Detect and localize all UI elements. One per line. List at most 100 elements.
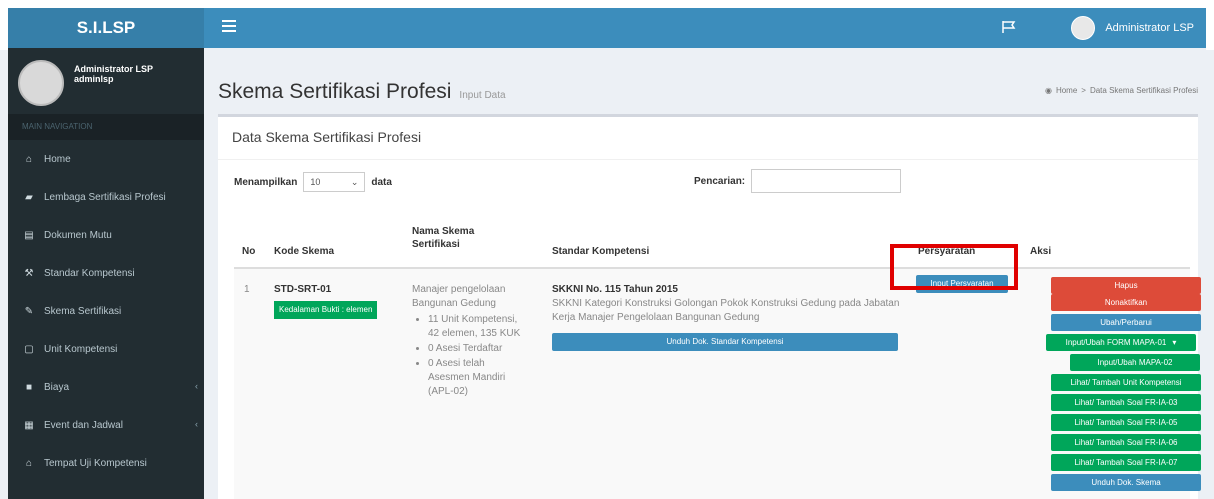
sidebar-item-label: Standar Kompetensi [44, 267, 135, 279]
sidebar-item-label: Dokumen Mutu [44, 229, 112, 241]
header-kode[interactable]: Kode Skema [274, 245, 334, 258]
sidebar-toggle-icon[interactable] [222, 20, 236, 34]
nama-list: 11 Unit Kompetensi, 42 elemen, 135 KUK 0… [412, 313, 524, 399]
row-nama: Manajer pengelolaan Bangunan Gedung [412, 284, 506, 309]
chevron-down-icon: ⌄ [350, 176, 359, 187]
download-standar-button[interactable]: Unduh Dok. Standar Kompetensi [552, 333, 898, 351]
sidebar: Administrator LSP adminlsp MAIN NAVIGATI… [8, 48, 204, 499]
standar-desc: SKKNI Kategori Konstruksi Golongan Pokok… [552, 298, 900, 323]
sidebar-item[interactable]: ▤ Dokumen Mutu [8, 216, 204, 254]
user-panel-login: adminlsp [74, 74, 114, 84]
chevron-left-icon: ‹ [195, 419, 198, 429]
standar-title: SKKNI No. 115 Tahun 2015 [552, 284, 678, 295]
sidebar-item-label: Unit Kompetensi [44, 343, 118, 355]
sidebar-item[interactable]: ✎ Skema Sertifikasi [8, 292, 204, 330]
gavel-icon: ⚒ [24, 267, 34, 279]
sidebar-item-label: Biaya [44, 381, 70, 393]
nonaktifkan-button[interactable]: Nonaktifkan [1051, 294, 1201, 311]
header-no[interactable]: No [242, 245, 255, 258]
table-row: 1 STD-SRT-01 Kedalaman Bukti : elemen Ma… [234, 269, 1201, 499]
page-subtitle: Input Data [459, 90, 506, 101]
header-standar[interactable]: Standar Kompetensi [552, 245, 649, 258]
length-prefix: Menampilkan [234, 176, 298, 188]
length-value: 10 [310, 177, 321, 187]
search-control: Pencarian: [694, 169, 902, 193]
document-icon: ▤ [24, 229, 34, 241]
breadcrumb: ◉ Home > Data Skema Sertifikasi Profesi [1045, 86, 1198, 95]
row-aksi-cell: Hapus Nonaktifkan Ubah/Perbarui Input/Ub… [1044, 277, 1208, 494]
page-header: Skema Sertifikasi Profesi Input Data [218, 80, 506, 104]
avatar [1071, 16, 1096, 40]
edit-icon: ✎ [24, 305, 34, 317]
sidebar-header: MAIN NAVIGATION [8, 114, 204, 140]
bank-icon: ⌂ [25, 457, 33, 469]
sidebar-menu: ⌂ Home ▰ Lembaga Sertifikasi Profesi ▤ Dokume… [8, 140, 204, 482]
file-text-icon: ▢ [24, 343, 34, 355]
sidebar-item[interactable]: ■ Biaya ‹ [8, 368, 204, 406]
user-panel-name: Administrator LSP [74, 64, 154, 74]
header-aksi[interactable]: Aksi [1030, 245, 1051, 258]
soal-ia03-button[interactable]: Lihat/ Tambah Soal FR-IA-03 [1051, 394, 1201, 411]
soal-ia06-button[interactable]: Lihat/ Tambah Soal FR-IA-06 [1051, 434, 1201, 451]
mapa01-label: Input/Ubah FORM MAPA-01 [1065, 338, 1167, 347]
sidebar-item[interactable]: ▦ Event dan Jadwal ‹ [8, 406, 204, 444]
navbar: Administrator LSP [204, 8, 1206, 48]
money-icon: ■ [25, 381, 33, 393]
sidebar-item[interactable]: ▰ Lembaga Sertifikasi Profesi [8, 178, 204, 216]
search-label: Pencarian: [694, 175, 746, 187]
breadcrumb-home[interactable]: Home [1056, 86, 1077, 95]
row-kode: STD-SRT-01 [274, 284, 332, 295]
kode-badge: Kedalaman Bukti : elemen [274, 301, 378, 319]
row-no: 1 [244, 284, 250, 295]
mapa01-button[interactable]: Input/Ubah FORM MAPA-01 ▾ [1046, 334, 1196, 351]
soal-ia05-button[interactable]: Lihat/ Tambah Soal FR-IA-05 [1051, 414, 1201, 431]
sidebar-item-label: Event dan Jadwal [44, 419, 123, 431]
flag-icon[interactable] [1002, 21, 1016, 33]
box-title: Data Skema Sertifikasi Profesi [232, 129, 422, 145]
page-title: Skema Sertifikasi Profesi [218, 80, 452, 103]
length-select[interactable]: 10 ⌄ [303, 172, 366, 192]
avatar [18, 60, 64, 106]
download-skema-button[interactable]: Unduh Dok. Skema [1051, 474, 1201, 491]
soal-ia07-button[interactable]: Lihat/ Tambah Soal FR-IA-07 [1051, 454, 1201, 471]
hapus-button[interactable]: Hapus [1051, 277, 1201, 294]
caret-down-icon: ▾ [1172, 338, 1177, 347]
sidebar-item-label: Home [44, 153, 71, 165]
sidebar-item[interactable]: ⚒ Standar Kompetensi [8, 254, 204, 292]
input-persyaratan-button[interactable]: Input Persyaratan [916, 275, 1008, 293]
dashboard-icon: ◉ [1044, 86, 1052, 95]
breadcrumb-separator: > [1081, 86, 1086, 95]
mapa02-button[interactable]: Input/Ubah MAPA-02 [1070, 354, 1200, 371]
sidebar-item-label: Lembaga Sertifikasi Profesi [44, 191, 166, 203]
home-icon: ⌂ [25, 153, 33, 165]
list-item: 11 Unit Kompetensi, 42 elemen, 135 KUK [428, 313, 524, 341]
content-wrapper: Skema Sertifikasi Profesi Input Data ◉ H… [204, 48, 1206, 499]
user-menu-name: Administrator LSP [1105, 22, 1194, 34]
row-kode-cell: STD-SRT-01 Kedalaman Bukti : elemen [274, 283, 404, 319]
length-control: Menampilkan 10 ⌄ data [234, 172, 392, 192]
search-input[interactable] [751, 169, 902, 193]
length-suffix: data [371, 176, 392, 188]
sidebar-item-label: Tempat Uji Kompetensi [44, 457, 147, 469]
header-persyaratan[interactable]: Persyaratan [918, 245, 975, 258]
divider [218, 159, 1198, 160]
sidebar-item-label: Skema Sertifikasi [44, 305, 122, 317]
header-nama[interactable]: Nama Skema Sertifikasi [412, 225, 512, 251]
row-standar-cell: SKKNI No. 115 Tahun 2015 SKKNI Kategori … [552, 283, 902, 351]
unit-kompetensi-button[interactable]: Lihat/ Tambah Unit Kompetensi [1051, 374, 1201, 391]
sidebar-item[interactable]: ▢ Unit Kompetensi [8, 330, 204, 368]
data-box: Data Skema Sertifikasi Profesi Menampilk… [218, 114, 1201, 499]
sidebar-item[interactable]: ⌂ Tempat Uji Kompetensi [8, 444, 204, 482]
calendar-icon: ▦ [24, 419, 34, 431]
chevron-left-icon: ‹ [195, 381, 198, 391]
row-persyaratan-cell: Input Persyaratan [912, 269, 1022, 293]
sidebar-item[interactable]: ⌂ Home [8, 140, 204, 178]
ubah-button[interactable]: Ubah/Perbarui [1051, 314, 1201, 331]
user-menu[interactable]: Administrator LSP [1071, 15, 1194, 41]
list-item: 0 Asesi Terdaftar [428, 342, 524, 356]
breadcrumb-current: Data Skema Sertifikasi Profesi [1089, 86, 1198, 95]
list-item: 0 Asesi telah Asesmen Mandiri (APL-02) [428, 357, 524, 399]
app-logo[interactable]: S.I.LSP [8, 8, 204, 48]
top-bar: S.I.LSP Administrator LSP [0, 0, 1214, 50]
row-nama-cell: Manajer pengelolaan Bangunan Gedung 11 U… [412, 283, 524, 400]
